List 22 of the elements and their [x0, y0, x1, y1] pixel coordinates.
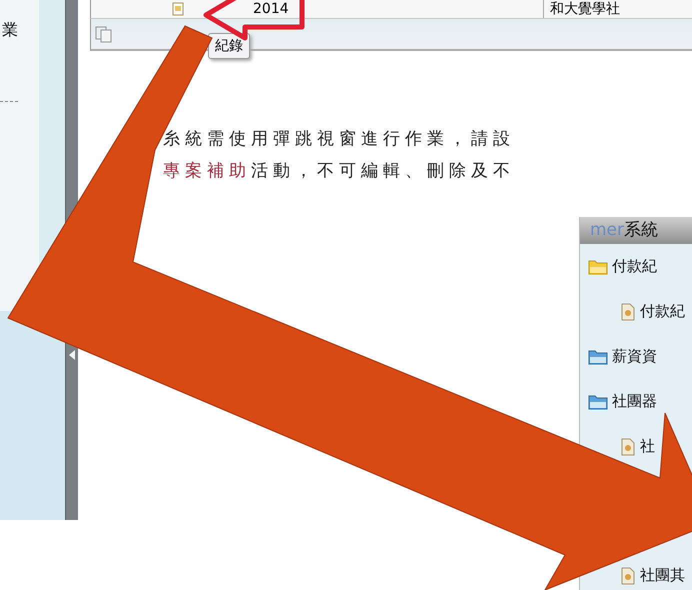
folder-icon	[588, 394, 608, 410]
document-icon	[620, 566, 636, 584]
panel-title: mer系統	[580, 217, 692, 244]
tree-item[interactable]: 付款紀	[620, 302, 685, 322]
collapse-arrow-icon[interactable]	[69, 350, 75, 360]
folder-icon	[588, 258, 608, 274]
document-icon	[620, 302, 636, 320]
tree-item[interactable]: 薪資資	[588, 346, 657, 366]
table-cell: 和大覺學社	[543, 0, 620, 18]
tree-item[interactable]: 社團器	[588, 392, 657, 412]
document-icon	[620, 438, 636, 456]
folder-icon	[588, 348, 608, 364]
tree-item[interactable]: 社	[620, 436, 655, 456]
notice-text: 糸統需使用彈跳視窗進行作業，請設	[163, 128, 516, 151]
notice-text: 專案補助 活動，不可編輯、刪除及不	[163, 160, 516, 183]
table-cell-text: 2014	[253, 0, 290, 18]
tooltip: 紀錄	[208, 33, 250, 59]
tree-item[interactable]: 付款紀	[588, 256, 657, 276]
tree-item[interactable]: 社團其	[620, 566, 685, 586]
document-icon[interactable]	[171, 2, 185, 16]
sidebar-item[interactable]: 業	[0, 20, 18, 102]
page-icon[interactable]	[95, 25, 113, 43]
